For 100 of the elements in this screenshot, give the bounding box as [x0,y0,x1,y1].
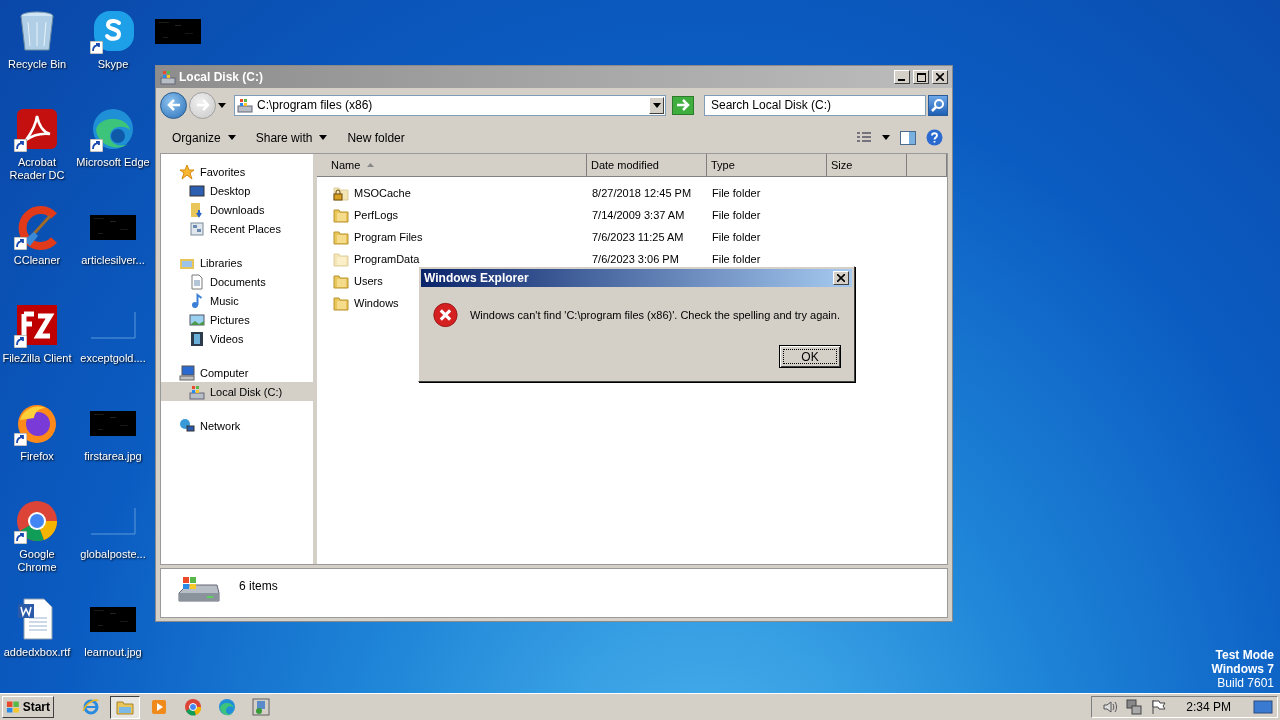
internet-explorer-icon [82,698,100,716]
start-button[interactable]: Start [2,696,54,718]
file-name[interactable]: Windows [354,297,399,309]
close-button[interactable] [833,271,849,285]
close-icon [837,274,845,282]
folder-icon [116,698,134,716]
toolbar-button[interactable]: Share with [247,126,336,149]
sidebar-item[interactable]: Downloads [161,200,313,219]
date-cell-text: 7/14/2009 3:37 AM [591,209,686,221]
file-name[interactable]: MSOCache [354,187,411,199]
search-button[interactable] [928,94,948,116]
desktop-icon-label[interactable]: Recycle Bin [7,58,67,71]
taskbar-app-button[interactable] [110,695,140,719]
back-button[interactable] [160,91,187,119]
sidebar-item[interactable]: Desktop [161,181,313,200]
locked-folder-icon [333,185,349,201]
file-name[interactable]: Users [354,275,383,287]
shortcut-arrow-icon [14,237,27,250]
type-cell-text: File folder [711,187,762,199]
computer-icon [179,364,195,381]
desktop-icon-label[interactable]: learnout.jpg [84,646,142,659]
edge-icon [90,106,136,152]
address-dropdown-button[interactable] [649,96,664,114]
close-button[interactable] [932,70,948,84]
type-cell-text: File folder [711,253,762,265]
shortcut-arrow-icon [90,139,103,152]
desktop-icon-label[interactable]: Microsoft Edge [76,156,150,169]
column-header-label: Date modified [591,159,659,171]
desktop-icon-label[interactable]: Skype [97,58,129,71]
shortcut-arrow-icon [14,335,27,348]
pictures-icon [189,311,205,328]
sidebar-item[interactable]: Documents [161,272,313,291]
clock[interactable]: 2:34 PM [1186,700,1231,714]
recent-places-icon [189,220,205,237]
address-text: C:\program files (x86) [257,98,374,112]
drive-icon [237,97,253,113]
address-field[interactable]: C:\program files (x86) [234,94,666,116]
desktop-icon-label[interactable]: Firefox [20,450,54,463]
desktop-icon-label[interactable]: globalposte... [80,548,146,561]
sidebar-item[interactable]: Videos [161,329,313,348]
file-name[interactable]: PerfLogs [354,209,399,221]
date-cell-text: 7/6/2023 11:25 AM [591,231,685,243]
maximize-icon [916,72,926,82]
monitor-icon [189,182,205,199]
show-desktop-icon[interactable] [1253,699,1273,715]
sort-up-icon [367,163,375,167]
desktop-icon-label[interactable]: articlesilver... [81,254,145,267]
minimize-button[interactable] [894,70,910,84]
media-player-icon [150,698,168,716]
edge-icon [218,698,236,716]
sidebar-item[interactable]: Favorites [161,162,313,181]
speaker-icon[interactable] [1102,699,1119,715]
file-name[interactable]: ProgramData [354,253,420,265]
type-cell-text: File folder [711,209,762,221]
column-header[interactable]: Name [317,154,587,177]
maximize-button[interactable] [913,70,929,84]
desktop-icon-label[interactable]: addedxbox.rtf [3,646,71,659]
system-text: Test Mode [1215,648,1274,662]
desktop-icon-label[interactable]: exceptgold.... [80,352,146,365]
caret-icon [652,102,661,108]
sidebar-item[interactable]: Pictures [161,310,313,329]
date-cell-text: 7/6/2023 3:06 PM [591,253,680,265]
toolbar-button[interactable]: New folder [339,126,413,149]
item-count: 6 items [239,579,278,593]
acrobat-icon [14,106,60,152]
desktop-icon-label[interactable]: Acrobat Reader DC [0,156,74,182]
desktop-icon-label[interactable]: FileZilla Client [2,352,72,365]
search-icon [931,98,945,112]
ok-button[interactable]: OK [779,345,841,368]
caret-icon [227,135,236,140]
system-text: Windows 7 [1211,662,1274,676]
windows-logo-icon [6,700,21,714]
sidebar-item[interactable]: Libraries [161,253,313,272]
shortcut-arrow-icon [14,531,27,544]
sidebar-item[interactable]: Music [161,291,313,310]
folder-icon [333,273,349,289]
help-icon [926,129,943,146]
toolbar-button[interactable]: Organize [164,126,244,149]
column-header[interactable]: Type [707,154,827,177]
desktop-icon-label[interactable]: Google Chrome [0,548,74,574]
sidebar-item[interactable]: Network [161,416,313,435]
network-icon[interactable] [1126,699,1143,715]
sidebar-item[interactable]: Recent Places [161,219,313,238]
left-arrow-icon [166,99,181,111]
column-header[interactable]: Date modified [587,154,707,177]
window-title: Local Disk (C:) [179,70,264,84]
file-name[interactable]: Program Files [354,231,423,243]
folder-icon [333,251,349,267]
column-header[interactable]: Size [827,154,907,177]
network-icon [179,417,195,434]
flag-icon[interactable] [1150,699,1167,715]
sidebar-item[interactable]: Local Disk (C:) [161,382,313,401]
search-field[interactable]: Search Local Disk (C:) [704,94,926,116]
desktop-icon-label[interactable]: CCleaner [13,254,61,267]
error-message: Windows can't find 'C:\program files (x86)'. Check the spelling and try again. [469,309,840,321]
sidebar-item[interactable]: Computer [161,363,313,382]
go-button[interactable] [672,95,694,115]
filezilla-icon [14,302,60,348]
music-note-icon [189,292,205,309]
desktop-icon-label[interactable]: firstarea.jpg [84,450,142,463]
